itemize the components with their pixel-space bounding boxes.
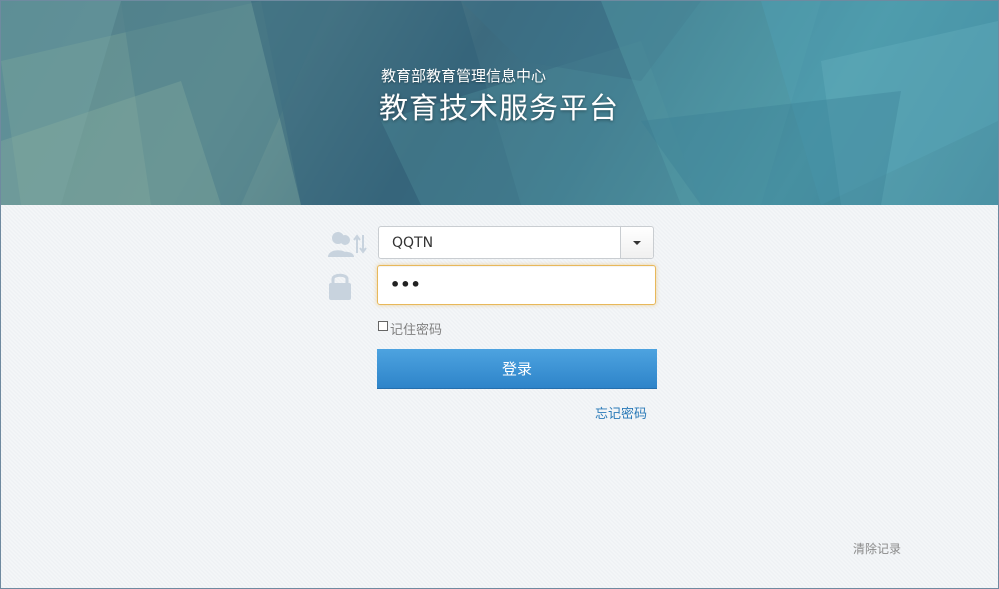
username-dropdown-button[interactable] [620, 227, 653, 258]
password-masked-value: ••• [390, 275, 421, 294]
username-value: QQTN [392, 235, 434, 251]
remember-password-label[interactable]: 记住密码 [390, 319, 442, 338]
lock-icon [329, 273, 351, 300]
chevron-down-icon [633, 241, 641, 245]
password-field[interactable]: ••• [377, 265, 656, 305]
platform-title: 教育技术服务平台 [379, 91, 620, 125]
login-window: 教育部教育管理信息中心 教育技术服务平台 QQTN ••• 记住密码 登录 忘记… [0, 0, 999, 589]
clear-records-link[interactable]: 清除记录 [853, 540, 901, 557]
user-switch-icon [328, 232, 367, 257]
organization-name: 教育部教育管理信息中心 [381, 67, 547, 85]
login-button[interactable]: 登录 [377, 349, 657, 389]
remember-password-checkbox[interactable] [378, 321, 388, 331]
header-banner: 教育部教育管理信息中心 教育技术服务平台 [1, 1, 998, 205]
username-select[interactable]: QQTN [378, 226, 654, 259]
forgot-password-link[interactable]: 忘记密码 [595, 403, 647, 422]
